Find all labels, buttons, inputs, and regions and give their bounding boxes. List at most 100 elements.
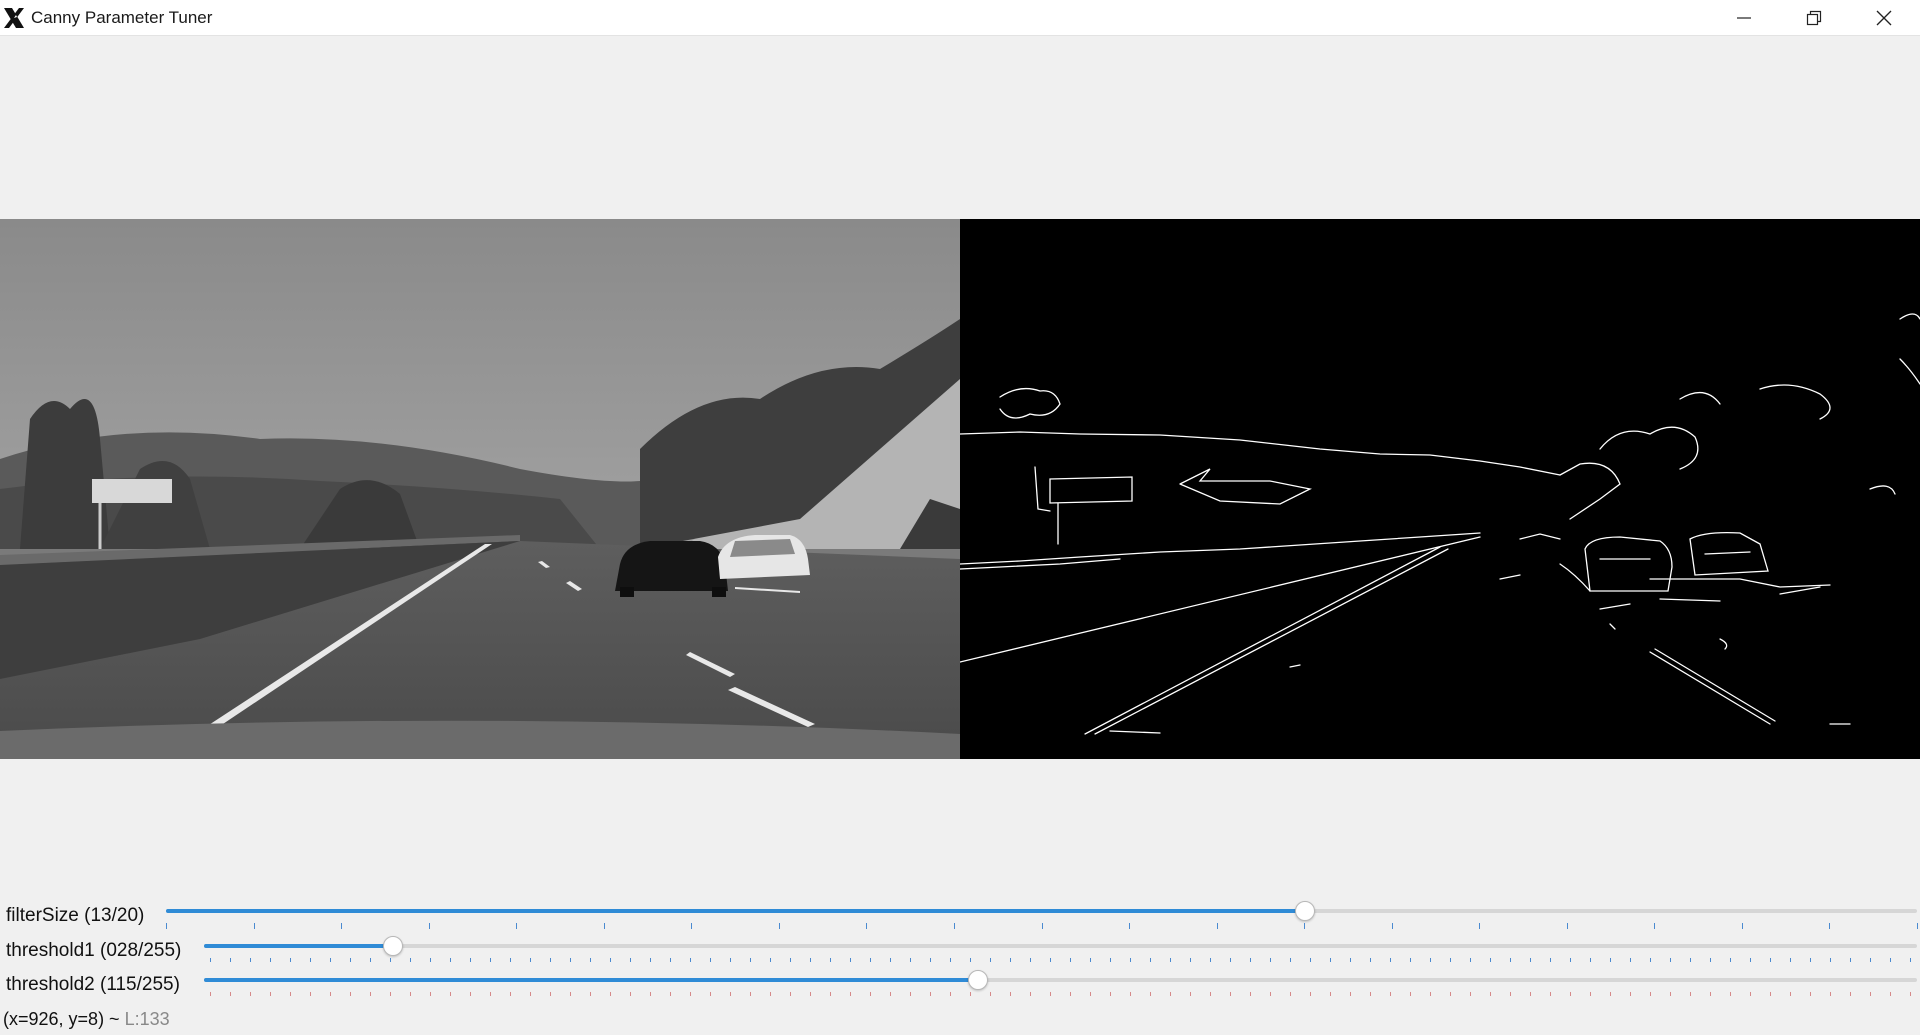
slider-tick (970, 958, 971, 962)
slider-tick (510, 992, 511, 996)
slider-tick (603, 923, 605, 929)
slider-tick (1150, 992, 1151, 996)
slider-tick (970, 992, 971, 996)
trackbar-filtersize[interactable]: filterSize (13/20) (0, 901, 1920, 939)
slider-tick (270, 958, 271, 962)
original-grayscale-image[interactable] (0, 219, 960, 759)
slider-tick (1490, 958, 1491, 962)
slider-tick (670, 992, 671, 996)
slider-tick (890, 992, 891, 996)
slider-tick (1110, 958, 1111, 962)
slider-tick (1130, 958, 1131, 962)
minimize-button[interactable] (1710, 0, 1778, 35)
slider-tick (490, 958, 491, 962)
slider-tick (953, 923, 955, 929)
slider-tick (570, 958, 571, 962)
slider-tick (870, 992, 871, 996)
slider-tick (210, 992, 211, 996)
slider-tick (510, 958, 511, 962)
slider-tick (910, 992, 911, 996)
slider-tick (870, 958, 871, 962)
slider-tick (350, 958, 351, 962)
slider-tick (390, 992, 391, 996)
slider-tick (910, 958, 911, 962)
title-bar[interactable]: Canny Parameter Tuner (0, 0, 1920, 36)
close-button[interactable] (1850, 0, 1918, 35)
slider-handle-threshold1[interactable] (383, 936, 404, 956)
slider-tick (1610, 992, 1611, 996)
slider-tick (1330, 992, 1331, 996)
slider-tick (1150, 958, 1151, 962)
slider-tick (290, 958, 291, 962)
slider-tick (1190, 992, 1191, 996)
slider-tick (1190, 958, 1191, 962)
slider-tick (1510, 992, 1511, 996)
slider-groove-threshold1[interactable] (204, 936, 1917, 956)
slider-tick (710, 992, 711, 996)
slider-tick (490, 992, 491, 996)
slider-tick (750, 958, 751, 962)
slider-tick (1890, 958, 1891, 962)
slider-tick (1650, 992, 1651, 996)
slider-tick (710, 958, 711, 962)
slider-groove-filtersize[interactable] (166, 901, 1917, 921)
slider-tick (1230, 958, 1231, 962)
slider-tick (866, 923, 868, 929)
slider-tick (1910, 992, 1911, 996)
slider-tick (410, 992, 411, 996)
slider-tick (550, 958, 551, 962)
slider-tick (1230, 992, 1231, 996)
slider-tick (1110, 992, 1111, 996)
slider-tick (370, 992, 371, 996)
slider-tick (250, 992, 251, 996)
slider-tick (1550, 958, 1551, 962)
trackbar-threshold1[interactable]: threshold1 (028/255) (0, 936, 1920, 974)
slider-tick (1850, 958, 1851, 962)
slider-handle-threshold2[interactable] (967, 970, 988, 990)
slider-tick (691, 923, 693, 929)
slider-tick (310, 992, 311, 996)
slider-tick (330, 958, 331, 962)
slider-tick (610, 992, 611, 996)
app-window: Canny Parameter Tuner filterSize (13/20)… (0, 0, 1920, 1035)
slider-tick (770, 958, 771, 962)
slider-tick (810, 958, 811, 962)
slider-tick (1750, 992, 1751, 996)
slider-tick (530, 992, 531, 996)
image-display-area[interactable] (0, 219, 1920, 759)
slider-tick (1890, 992, 1891, 996)
slider-tick (1290, 958, 1291, 962)
slider-tick (1750, 958, 1751, 962)
slider-tick (270, 992, 271, 996)
slider-tick (1050, 992, 1051, 996)
canny-edge-image[interactable] (960, 219, 1920, 759)
slider-tick (1430, 992, 1431, 996)
slider-tick (1650, 958, 1651, 962)
maximize-button[interactable] (1780, 0, 1848, 35)
slider-tick (1670, 992, 1671, 996)
slider-tick (428, 923, 430, 929)
slider-tick (1350, 992, 1351, 996)
slider-tick (1770, 958, 1771, 962)
slider-groove-threshold2[interactable] (204, 970, 1917, 990)
slider-tick (1630, 958, 1631, 962)
slider-tick (530, 958, 531, 962)
slider-tick (1310, 958, 1311, 962)
slider-handle-filtersize[interactable] (1295, 901, 1316, 921)
slider-ticks-filtersize (166, 923, 1918, 931)
slider-tick (1570, 992, 1571, 996)
slider-tick (890, 958, 891, 962)
slider-tick (1690, 958, 1691, 962)
slider-tick (730, 992, 731, 996)
slider-tick (1910, 958, 1911, 962)
slider-tick (1410, 992, 1411, 996)
slider-tick (166, 923, 167, 929)
slider-tick (516, 923, 518, 929)
slider-tick (1304, 923, 1306, 929)
slider-tick (830, 958, 831, 962)
close-icon (1876, 10, 1892, 25)
slider-tick (790, 992, 791, 996)
slider-tick (1730, 992, 1731, 996)
slider-tick (570, 992, 571, 996)
trackbar-threshold2[interactable]: threshold2 (115/255) (0, 970, 1920, 1008)
